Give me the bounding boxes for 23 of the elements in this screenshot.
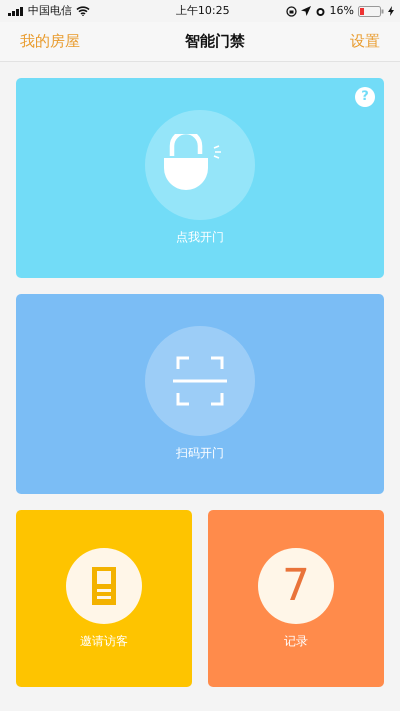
page-title: 智能门禁 [185, 31, 245, 52]
help-icon[interactable]: ? [355, 87, 375, 107]
unlock-tile[interactable]: 点我开门 ? [16, 78, 384, 278]
phone-card-icon [92, 566, 116, 604]
scan-frame-icon [173, 356, 227, 406]
tile-label: 邀请访客 [80, 632, 128, 650]
scan-tile[interactable]: 扫码开门 [16, 294, 384, 494]
tile-label: 点我开门 [176, 229, 224, 246]
tile-label: 记录 [284, 632, 308, 650]
wifi-icon [76, 6, 90, 16]
charging-icon [388, 6, 394, 16]
record-tile[interactable]: 7 记录 [208, 510, 384, 687]
tile-label: 扫码开门 [176, 445, 224, 462]
carrier-name: 中国电信 [28, 2, 72, 19]
signal-icon [8, 6, 24, 16]
battery-icon [358, 6, 384, 16]
battery-percent: 16% [330, 2, 354, 19]
settings-link[interactable]: 设置 [350, 30, 380, 53]
location-arrow-icon [300, 6, 311, 16]
my-house-link[interactable]: 我的房屋 [20, 30, 80, 53]
invite-tile[interactable]: 邀请访客 [16, 510, 192, 687]
clock-time: 上午10:25 [176, 2, 230, 19]
record-count: 7 [282, 564, 310, 608]
